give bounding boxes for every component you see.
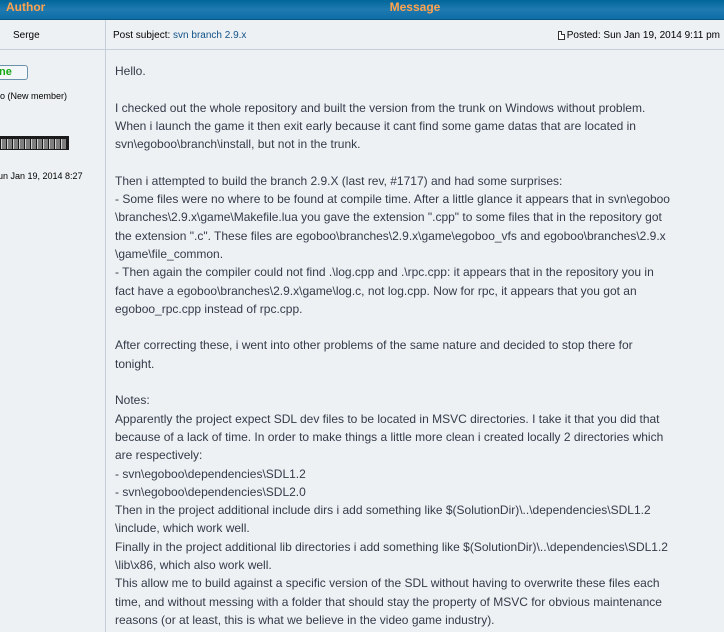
user-rank: o (New member) bbox=[0, 91, 68, 101]
post-author-cell: Serge bbox=[0, 20, 106, 49]
rank-segment bbox=[55, 139, 60, 149]
message-line: - Some files were no where to be found a… bbox=[115, 192, 670, 207]
message-line: reasons (or at least, this is what we be… bbox=[115, 612, 495, 627]
message-line: I checked out the whole repository and b… bbox=[115, 100, 646, 115]
message-line: are respectively: bbox=[115, 448, 203, 463]
message-line: Then i attempted to build the branch 2.9… bbox=[115, 173, 563, 188]
message-line: because of a lack of time. In order to m… bbox=[115, 429, 664, 444]
message-line: Hello. bbox=[115, 64, 146, 78]
rank-segment bbox=[1, 139, 6, 149]
post-subject-link[interactable]: svn branch 2.9.x bbox=[173, 30, 246, 41]
message-line: fact have a egoboo\branches\2.9.x\game\l… bbox=[115, 283, 637, 298]
rank-segment bbox=[43, 139, 48, 149]
message-line: Finally in the project additional lib di… bbox=[115, 539, 668, 554]
rank-image bbox=[0, 136, 69, 150]
message-column-header: Message bbox=[106, 0, 724, 20]
message-line: - svn\egoboo\dependencies\SDL1.2 bbox=[115, 466, 306, 481]
post-message: Hello. I checked out the whole repository… bbox=[115, 62, 720, 629]
rank-segment bbox=[49, 139, 54, 149]
message-line: After correcting these, i went into othe… bbox=[115, 338, 633, 353]
message-line: Then in the project additional include d… bbox=[115, 503, 651, 518]
message-line: the extension ".c". These files are egob… bbox=[115, 228, 666, 243]
rank-segment bbox=[25, 139, 30, 149]
author-column-header: Author bbox=[0, 0, 106, 20]
rank-segment bbox=[7, 139, 12, 149]
post-author-name[interactable]: Serge bbox=[13, 30, 40, 41]
message-line: egoboo_rpc.cpp instead of rpc.cpp. bbox=[115, 301, 303, 316]
message-line: - Then again the compiler could not find… bbox=[115, 265, 654, 280]
message-line: \include, which work well. bbox=[115, 521, 250, 536]
post-body: Hello. I checked out the whole repository… bbox=[106, 50, 724, 632]
rank-segment bbox=[61, 139, 66, 149]
message-line: Notes: bbox=[115, 393, 150, 408]
rank-segment bbox=[19, 139, 24, 149]
message-line: svn\egoboo\branch\install, but not in th… bbox=[115, 137, 361, 152]
message-line: tonight. bbox=[115, 356, 155, 371]
table-header: Author Message bbox=[0, 0, 724, 20]
message-line: When i launch the game it then exit earl… bbox=[115, 118, 636, 133]
joined-date: un Jan 19, 2014 8:27 bbox=[0, 171, 83, 181]
message-line: \game\file_common. bbox=[115, 246, 224, 261]
rank-segment bbox=[13, 139, 18, 149]
online-badge: ne bbox=[0, 65, 28, 80]
post-subject-cell: Post subject: svn branch 2.9.x Posted: S… bbox=[106, 20, 724, 49]
message-line: Apparently the project expect SDL dev fi… bbox=[115, 411, 660, 426]
message-line: \lib\x86, which also work well. bbox=[115, 558, 272, 573]
rank-segment bbox=[37, 139, 42, 149]
author-profile-column: ne o (New member) un Jan 19, 2014 8:27 bbox=[0, 50, 106, 632]
post-subject-prefix: Post subject: bbox=[113, 30, 171, 41]
post-date: Posted: Sun Jan 19, 2014 9:11 pm bbox=[557, 30, 720, 41]
message-line: This allow me to build against a specifi… bbox=[115, 576, 660, 591]
post-header-row: Serge Post subject: svn branch 2.9.x Pos… bbox=[0, 20, 724, 50]
post-subject: Post subject: svn branch 2.9.x bbox=[113, 30, 246, 41]
post-link-icon[interactable] bbox=[557, 31, 565, 40]
rank-segment bbox=[31, 139, 36, 149]
message-line: time, and without messing with a folder … bbox=[115, 594, 662, 609]
post-date-text: Posted: Sun Jan 19, 2014 9:11 pm bbox=[566, 30, 720, 41]
message-line: - svn\egoboo\dependencies\SDL2.0 bbox=[115, 484, 306, 499]
message-line: \branches\2.9.x\game\Makefile.lua you ga… bbox=[115, 210, 662, 225]
